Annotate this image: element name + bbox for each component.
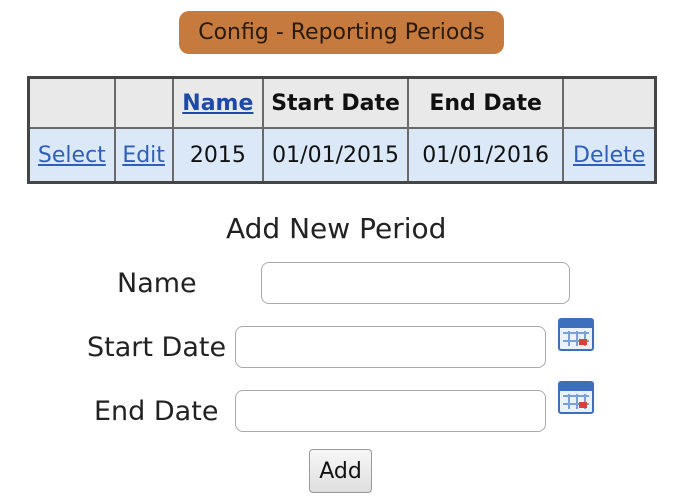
start-date-input[interactable] [235, 326, 546, 368]
table-row: Select Edit 2015 01/01/2015 01/01/2016 D… [27, 127, 657, 184]
select-cell[interactable]: Select [27, 127, 116, 184]
delete-cell[interactable]: Delete [562, 127, 657, 184]
periods-table: Name Start Date End Date Select Edit 201… [27, 76, 657, 184]
header-name[interactable]: Name [171, 76, 265, 129]
header-select-column [27, 76, 116, 129]
select-link[interactable]: Select [38, 143, 106, 168]
table-header-row: Name Start Date End Date [27, 76, 657, 129]
header-start-date: Start Date [262, 76, 409, 129]
calendar-icon[interactable] [558, 318, 594, 351]
calendar-icon[interactable] [558, 381, 594, 414]
header-delete-column [562, 76, 657, 129]
edit-link[interactable]: Edit [122, 143, 165, 168]
edit-cell[interactable]: Edit [113, 127, 174, 184]
delete-link[interactable]: Delete [573, 143, 645, 168]
name-input[interactable] [261, 262, 570, 304]
add-button[interactable]: Add [309, 449, 372, 493]
start-date-label: Start Date [87, 332, 227, 363]
header-end-date: End Date [406, 76, 565, 129]
end-date-label: End Date [94, 396, 219, 427]
name-cell: 2015 [171, 127, 265, 184]
start-date-cell: 01/01/2015 [262, 127, 409, 184]
sort-by-name-link[interactable]: Name [182, 91, 253, 116]
header-edit-column [113, 76, 174, 129]
end-date-input[interactable] [235, 390, 546, 432]
end-date-cell: 01/01/2016 [406, 127, 565, 184]
name-label: Name [117, 268, 197, 299]
page-title: Config - Reporting Periods [179, 11, 504, 54]
add-period-heading: Add New Period [226, 212, 447, 245]
